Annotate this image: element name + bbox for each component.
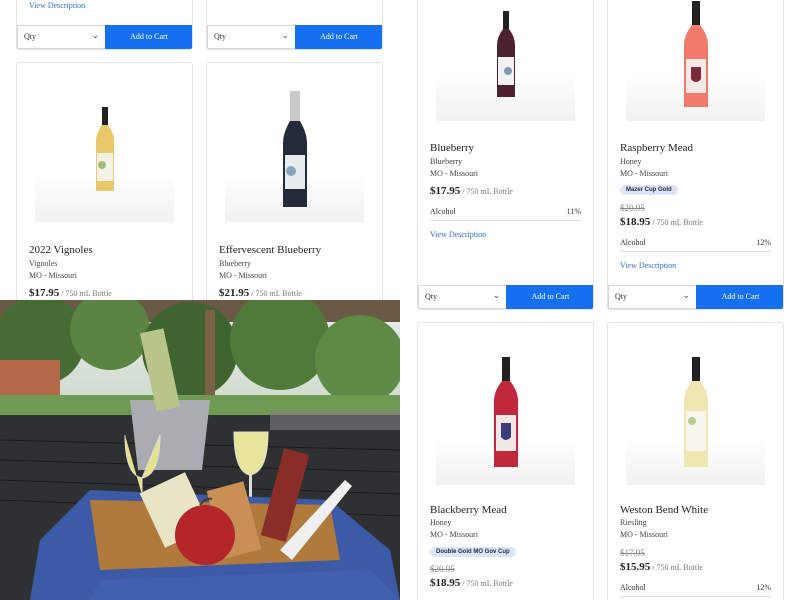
price-unit: / 750 mL Bottle: [460, 579, 513, 588]
price-value: $17.95: [430, 185, 461, 197]
wine-bottle-icon: [496, 11, 515, 97]
award-badge: Double Gold MO Gov Cup: [430, 547, 516, 557]
original-price: $20.95: [430, 564, 455, 574]
product-price: $18.95 / 750 mL Bottle: [430, 577, 513, 589]
alcohol-label: Alcohol: [430, 207, 456, 216]
sparkling-bottle-icon: [282, 91, 307, 207]
product-region: MO - Missouri: [620, 530, 669, 539]
product-name[interactable]: Blackberry Mead: [430, 504, 507, 516]
product-name[interactable]: Blueberry: [430, 142, 474, 154]
product-price: $17.95 / 750 mL Bottle: [430, 185, 513, 197]
alcohol-row: Alcohol 12%: [620, 583, 771, 597]
alcohol-label: Alcohol: [620, 238, 646, 247]
product-image[interactable]: [436, 335, 575, 485]
product-card[interactable]: 2022 Vignoles Vignoles MO - Missouri $17…: [16, 62, 193, 300]
product-varietal: Blueberry: [219, 259, 251, 268]
wine-bottle-icon: [683, 1, 708, 107]
chevron-down-icon: ⌄: [682, 291, 690, 301]
product-name[interactable]: Raspberry Mead: [620, 142, 693, 154]
product-card[interactable]: Effervescent Blueberry Blueberry MO - Mi…: [206, 62, 383, 300]
view-description-link[interactable]: View Description: [620, 261, 676, 270]
add-to-cart-button[interactable]: Add to Cart: [506, 285, 593, 309]
view-description-link[interactable]: View Description: [430, 230, 486, 239]
product-region: MO - Missouri: [430, 530, 479, 539]
alcohol-row: Alcohol 12%: [620, 238, 771, 252]
chevron-down-icon: ⌄: [492, 291, 500, 301]
product-image[interactable]: [626, 335, 765, 485]
original-price: $20.95: [620, 203, 645, 213]
product-region: MO - Missouri: [219, 271, 268, 280]
product-card-partial-2: Qty ⌄ Add to Cart: [206, 0, 383, 50]
product-card-partial-1: View Description Qty ⌄ Add to Cart: [16, 0, 193, 50]
product-name[interactable]: Weston Bend White: [620, 504, 708, 516]
product-name[interactable]: Effervescent Blueberry: [219, 244, 321, 256]
qty-label: Qty: [425, 292, 437, 301]
price-unit: / 750 mL Bottle: [460, 187, 513, 196]
product-price: $17.95 / 750 mL Bottle: [29, 287, 112, 299]
wine-bottle-icon: [95, 107, 114, 191]
product-grid-left: View Description Qty ⌄ Add to Cart Qty ⌄…: [0, 0, 400, 300]
qty-label: Qty: [24, 32, 36, 41]
product-region: MO - Missouri: [29, 271, 78, 280]
qty-label: Qty: [214, 32, 226, 41]
price-value: $15.95: [620, 561, 651, 573]
original-price: $17.95: [620, 548, 645, 558]
alcohol-value: 11%: [566, 207, 581, 216]
product-image[interactable]: [436, 1, 575, 121]
patio-wine-picnic-image: [0, 300, 400, 600]
product-image[interactable]: [626, 1, 765, 121]
product-image[interactable]: [35, 77, 174, 222]
qty-select[interactable]: Qty ⌄: [17, 25, 106, 49]
product-region: MO - Missouri: [430, 169, 479, 178]
product-varietal: Blueberry: [430, 157, 462, 166]
product-varietal: Honey: [430, 518, 452, 527]
product-varietal: Vignoles: [29, 259, 58, 268]
price-value: $18.95: [620, 216, 651, 228]
view-description-link[interactable]: View Description: [29, 1, 85, 10]
alcohol-label: Alcohol: [620, 583, 646, 592]
product-card[interactable]: Blackberry Mead Honey MO - Missouri Doub…: [417, 322, 594, 600]
add-to-cart-button[interactable]: Add to Cart: [105, 25, 192, 49]
award-badge: Mazer Cup Gold: [620, 185, 678, 195]
product-price: $18.95 / 750 mL Bottle: [620, 216, 703, 228]
price-unit: / 750 mL Bottle: [59, 289, 112, 298]
product-card[interactable]: Blueberry Blueberry MO - Missouri $17.95…: [417, 0, 594, 310]
product-name[interactable]: 2022 Vignoles: [29, 244, 93, 256]
add-to-cart-button[interactable]: Add to Cart: [696, 285, 783, 309]
price-value: $17.95: [29, 287, 60, 299]
product-price: $21.95 / 750 mL Bottle: [219, 287, 302, 299]
alcohol-value: 12%: [756, 238, 771, 247]
price-value: $18.95: [430, 577, 461, 589]
add-to-cart-button[interactable]: Add to Cart: [295, 25, 382, 49]
qty-select[interactable]: Qty ⌄: [418, 285, 507, 309]
price-unit: / 750 mL Bottle: [650, 563, 703, 572]
picnic-basket-photo: [0, 300, 400, 600]
product-varietal: Riesling: [620, 518, 647, 527]
price-value: $21.95: [219, 287, 250, 299]
product-image[interactable]: [225, 77, 364, 222]
alcohol-row: Alcohol 11%: [430, 207, 581, 221]
product-region: MO - Missouri: [620, 169, 669, 178]
product-card[interactable]: Weston Bend White Riesling MO - Missouri…: [607, 322, 784, 600]
product-varietal: Honey: [620, 157, 642, 166]
product-price: $15.95 / 750 mL Bottle: [620, 561, 703, 573]
price-unit: / 750 mL Bottle: [249, 289, 302, 298]
chevron-down-icon: ⌄: [91, 31, 99, 41]
price-unit: / 750 mL Bottle: [650, 218, 703, 227]
chevron-down-icon: ⌄: [281, 31, 289, 41]
alcohol-value: 12%: [756, 583, 771, 592]
product-grid-right: Blueberry Blueberry MO - Missouri $17.95…: [400, 0, 800, 600]
product-card[interactable]: Raspberry Mead Honey MO - Missouri Mazer…: [607, 0, 784, 310]
wine-bottle-icon: [493, 357, 518, 467]
wine-bottle-icon: [683, 357, 708, 467]
qty-label: Qty: [615, 292, 627, 301]
qty-select[interactable]: Qty ⌄: [608, 285, 697, 309]
qty-select[interactable]: Qty ⌄: [207, 25, 296, 49]
